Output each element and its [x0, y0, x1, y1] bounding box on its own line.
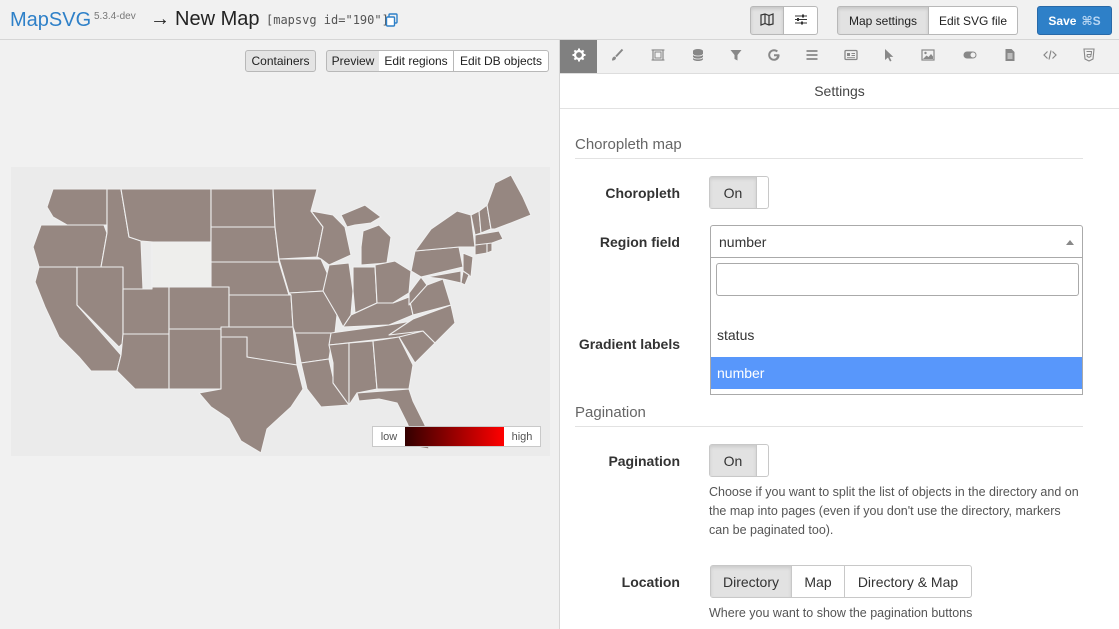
choropleth-toggle[interactable]: On	[709, 176, 769, 209]
tab-filters[interactable]	[717, 40, 754, 73]
map-settings-button[interactable]: Map settings	[837, 6, 929, 35]
id-card-icon	[843, 48, 858, 65]
legend-gradient	[405, 427, 504, 446]
region-oh	[374, 260, 412, 304]
location-label: Location	[621, 574, 680, 590]
tab-layers[interactable]	[639, 40, 676, 73]
region-field-label: Region field	[599, 234, 680, 250]
location-segmented-control: Directory Map Directory & Map	[710, 565, 972, 598]
region-ut	[122, 286, 170, 335]
sliders-view-button[interactable]	[784, 6, 818, 35]
copy-icon[interactable]	[385, 13, 399, 27]
region-mt	[120, 188, 212, 243]
region-nm	[168, 328, 222, 390]
sliders-icon	[794, 13, 808, 29]
pagination-toggle-on: On	[710, 445, 757, 476]
region-mn	[272, 188, 324, 260]
map-title: New Map	[175, 8, 260, 30]
list-icon	[805, 48, 819, 65]
tab-templates[interactable]	[991, 40, 1028, 73]
save-label: Save	[1048, 13, 1077, 28]
gear-icon	[572, 48, 586, 65]
save-button[interactable]: Save ⌘S	[1037, 6, 1112, 35]
image-icon	[920, 48, 935, 65]
brush-icon	[610, 48, 624, 65]
dropdown-option-number[interactable]: number	[711, 357, 1082, 389]
tab-toggles[interactable]	[951, 40, 988, 73]
top-bar: MapSVG 5.3.4-dev → New Map [mapsvg id="1…	[0, 0, 1119, 40]
map-view-button[interactable]	[750, 6, 784, 35]
region-ar	[294, 332, 334, 364]
cursor-icon	[882, 48, 896, 65]
map-icon	[760, 12, 774, 29]
edit-svg-button[interactable]: Edit SVG file	[928, 6, 1018, 35]
region-wa	[46, 188, 108, 226]
save-shortcut: ⌘S	[1081, 13, 1101, 28]
gradient-legend: low high	[372, 426, 541, 447]
shortcode-text: [mapsvg id="190"]	[266, 13, 389, 27]
region-ny	[414, 210, 476, 252]
edit-db-objects-button[interactable]: Edit DB objects	[453, 50, 549, 72]
location-option-directory-and-map[interactable]: Directory & Map	[845, 566, 971, 597]
map-canvas[interactable]	[11, 167, 550, 456]
edit-regions-button[interactable]: Edit regions	[379, 50, 454, 72]
dropdown-search-input[interactable]	[716, 263, 1079, 296]
tab-gallery[interactable]	[909, 40, 946, 73]
region-field-select[interactable]: number	[710, 225, 1083, 258]
css-icon	[1082, 48, 1096, 65]
tab-colors[interactable]	[598, 40, 635, 73]
chevron-up-icon	[1066, 240, 1074, 245]
legend-low-label: low	[380, 430, 398, 443]
title-arrow: →	[150, 8, 170, 30]
preview-mode-button[interactable]: Preview	[326, 50, 380, 72]
region-nd	[210, 188, 276, 228]
version-label: 5.3.4-dev	[94, 11, 136, 22]
region-field-dropdown: status number	[710, 258, 1083, 395]
pagination-section-title: Pagination	[575, 404, 1083, 427]
region-co	[168, 286, 230, 330]
google-icon	[767, 48, 781, 65]
pagination-label: Pagination	[608, 453, 680, 469]
region-me	[486, 174, 532, 230]
gradient-labels-label: Gradient labels	[578, 336, 680, 352]
region-sd	[210, 226, 280, 263]
location-option-directory[interactable]: Directory	[711, 566, 792, 597]
choropleth-toggle-on: On	[710, 177, 757, 208]
pagination-toggle[interactable]: On	[709, 444, 769, 477]
region-wy	[151, 241, 212, 288]
pagination-description: Choose if you want to split the list of …	[709, 485, 1079, 537]
us-map[interactable]	[11, 167, 550, 456]
tab-database[interactable]	[679, 40, 716, 73]
tab-actions[interactable]	[870, 40, 907, 73]
location-option-map[interactable]: Map	[792, 566, 845, 597]
pane-divider[interactable]	[559, 40, 560, 629]
region-or	[32, 224, 108, 268]
region-ks	[228, 294, 294, 328]
tab-directory[interactable]	[793, 40, 830, 73]
location-description: Where you want to show the pagination bu…	[709, 606, 973, 620]
database-icon	[691, 48, 705, 65]
tab-google[interactable]	[755, 40, 792, 73]
tab-details[interactable]	[832, 40, 869, 73]
region-az	[116, 333, 170, 390]
choropleth-section-title: Choropleth map	[575, 136, 1083, 159]
brand-logo: MapSVG	[10, 9, 92, 31]
tab-css[interactable]	[1070, 40, 1107, 73]
filter-icon	[729, 48, 743, 65]
file-icon	[1003, 48, 1017, 65]
frame-icon	[651, 48, 665, 65]
containers-button[interactable]: Containers	[245, 50, 316, 72]
choropleth-label: Choropleth	[605, 185, 680, 201]
region-ri	[486, 242, 493, 254]
toggle-icon	[963, 48, 977, 65]
region-field-value: number	[719, 234, 767, 250]
panel-title: Settings	[560, 74, 1119, 109]
dropdown-option-status[interactable]: status	[711, 319, 1082, 351]
code-icon	[1042, 48, 1057, 65]
tab-javascript[interactable]	[1031, 40, 1068, 73]
tab-settings[interactable]	[560, 40, 597, 73]
settings-tab-bar	[560, 40, 1119, 74]
legend-high-label: high	[511, 430, 533, 443]
